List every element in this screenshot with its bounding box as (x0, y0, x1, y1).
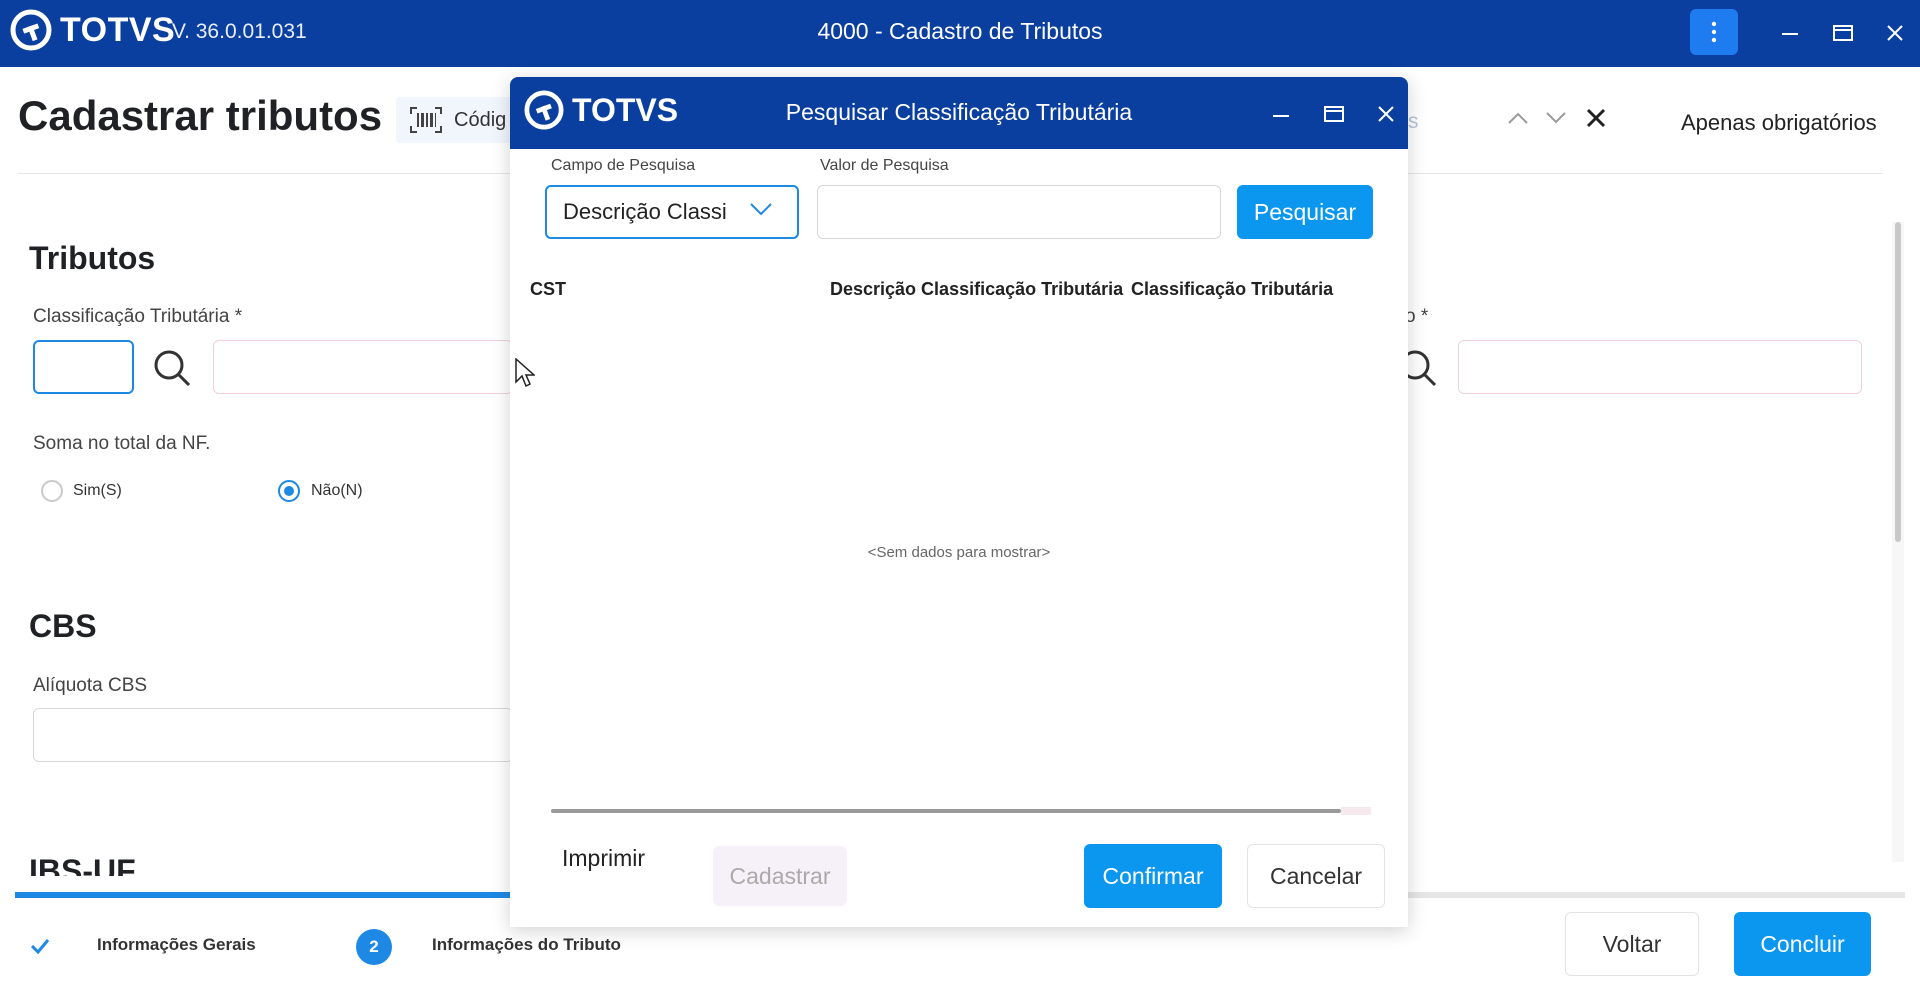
minimize-icon (1273, 115, 1289, 117)
app-title-bar: TOTVS V. 36.0.01.031 4000 - Cadastro de … (0, 0, 1920, 67)
column-header-descricao[interactable]: Descrição Classificação Tributária (830, 279, 1123, 300)
scrollbar-end (1341, 807, 1371, 815)
search-classification-dialog: TOTVS Pesquisar Classificação Tributária… (510, 77, 1408, 927)
search-button[interactable]: Pesquisar (1237, 185, 1373, 239)
cancel-button[interactable]: Cancelar (1247, 844, 1385, 908)
step-informacoes-do-tributo[interactable]: Informações do Tributo (432, 935, 621, 955)
radio-nao-label: Não(N) (311, 482, 363, 499)
dialog-title-bar: TOTVS Pesquisar Classificação Tributária (510, 77, 1408, 149)
section-title-cbs: CBS (29, 608, 97, 644)
column-header-classificacao[interactable]: Classificação Tributária (1131, 279, 1333, 300)
window-close-button[interactable] (1878, 16, 1912, 50)
step-number-badge: 2 (356, 929, 392, 965)
dialog-maximize-button[interactable] (1319, 99, 1349, 129)
confirm-button[interactable]: Confirmar (1084, 844, 1222, 908)
create-button[interactable]: Cadastrar (713, 846, 847, 906)
close-icon (1378, 106, 1394, 122)
chevron-down-icon (1546, 112, 1566, 124)
soma-nf-label: Soma no total da NF. (33, 433, 211, 454)
barcode-icon (410, 107, 442, 133)
section-ibs-clip: IBS-UF (29, 855, 529, 876)
finish-button[interactable]: Concluir (1734, 912, 1871, 976)
search-icon (154, 350, 191, 387)
search-value-label: Valor de Pesquisa (820, 157, 949, 174)
close-icon (1586, 108, 1606, 128)
chevron-up-icon (1508, 112, 1528, 124)
right-field-label: o * (1405, 306, 1429, 327)
minimize-icon (1782, 33, 1798, 35)
aliquota-cbs-label: Alíquota CBS (33, 675, 148, 696)
wizard-progress-fill (15, 892, 510, 898)
maximize-icon (1833, 25, 1853, 41)
search-field-value: Descrição Classi (563, 199, 727, 224)
search-field-label: Campo de Pesquisa (551, 157, 696, 174)
page-scrollbar-thumb[interactable] (1895, 222, 1901, 542)
kebab-menu-icon (1711, 21, 1717, 43)
close-icon (1887, 25, 1903, 41)
empty-table-message: <Sem dados para mostrar> (867, 544, 1051, 561)
step-informacoes-gerais[interactable]: Informações Gerais (97, 935, 256, 955)
back-button[interactable]: Voltar (1565, 912, 1699, 976)
right-field-input[interactable] (1458, 340, 1862, 394)
radio-nao[interactable] (278, 480, 300, 502)
classificacao-search-button[interactable] (152, 348, 192, 393)
classificacao-label: Classificação Tributária * (33, 306, 243, 327)
next-record-button[interactable] (1542, 104, 1570, 132)
kebab-menu-button[interactable] (1690, 9, 1738, 55)
window-maximize-button[interactable] (1826, 16, 1860, 50)
mouse-cursor-icon (515, 358, 535, 388)
radio-sim[interactable] (41, 480, 63, 502)
search-field-select[interactable]: Descrição Classi (545, 185, 799, 239)
check-icon (30, 939, 50, 955)
classificacao-description-input[interactable] (213, 340, 513, 394)
search-value-input[interactable] (817, 185, 1221, 239)
radio-sim-label: Sim(S) (73, 482, 122, 499)
dialog-close-button[interactable] (1371, 99, 1401, 129)
window-minimize-button[interactable] (1773, 16, 1807, 50)
window-title: 4000 - Cadastro de Tributos (817, 18, 1103, 44)
barcode-label: Códig (454, 108, 507, 131)
section-title-ibs-uf: IBS-UF (29, 855, 136, 876)
hidden-toolbar-text: s (1408, 110, 1419, 133)
page-title: Cadastrar tributos (18, 92, 383, 139)
right-field-search-button[interactable] (1400, 348, 1445, 393)
maximize-icon (1324, 106, 1344, 122)
previous-record-button[interactable] (1504, 104, 1532, 132)
close-form-button[interactable] (1580, 102, 1612, 134)
chevron-down-icon (750, 203, 772, 216)
section-title-tributos: Tributos (29, 240, 156, 276)
table-horizontal-scrollbar[interactable] (551, 809, 1341, 813)
dialog-minimize-button[interactable] (1266, 99, 1296, 129)
aliquota-cbs-input[interactable] (33, 708, 513, 762)
print-button[interactable]: Imprimir (562, 845, 645, 872)
required-only-toggle[interactable]: Apenas obrigatórios (1681, 110, 1877, 136)
barcode-button[interactable]: Códig (396, 97, 516, 143)
column-header-cst[interactable]: CST (530, 279, 566, 300)
classificacao-code-input[interactable] (33, 340, 134, 394)
search-icon (1400, 350, 1437, 387)
